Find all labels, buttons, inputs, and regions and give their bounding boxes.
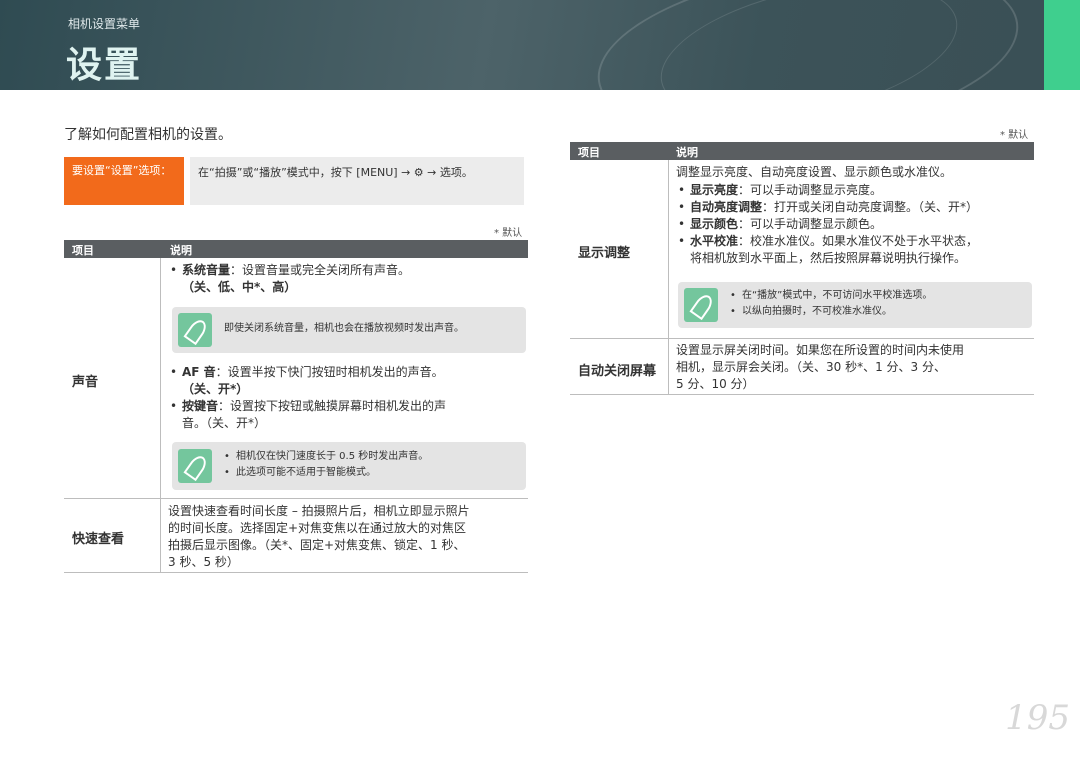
header-desc: 说明 <box>676 146 698 159</box>
note-box: 相机仅在快门速度长于 0.5 秒时发出声音。 此选项可能不适用于智能模式。 <box>172 442 526 490</box>
note-icon <box>178 449 212 483</box>
default-legend: * 默认 <box>1000 130 1029 141</box>
note-text: 即使关闭系统音量，相机也会在播放视频时发出声音。 <box>224 323 464 334</box>
table-header: 项目 说明 <box>570 142 1034 160</box>
chapter-subtitle: 相机设置菜单 <box>68 17 141 31</box>
howto-instruction: 在“拍摄”或“播放”模式中，按下 [MENU] → ⚙ → 选项。 <box>190 157 524 205</box>
row-divider <box>570 338 1034 339</box>
header-item: 项目 <box>72 244 94 257</box>
item-display: 显示调整 <box>578 246 631 261</box>
note-box: 在“播放”模式中，不可访问水平校准选项。 以纵向拍摄时，不可校准水准仪。 <box>678 282 1032 328</box>
row-divider <box>64 498 528 499</box>
display-options: 显示亮度：可以手动调整显示亮度。 自动亮度调整：打开或关闭自动亮度调整。（关、开… <box>676 182 1032 267</box>
quickview-description: 设置快速查看时间长度 – 拍摄照片后，相机立即显示照片 的时间长度。选择固定+对… <box>168 504 470 569</box>
chapter-tab <box>1044 0 1080 90</box>
header-item: 项目 <box>578 146 600 159</box>
display-intro: 调整显示亮度、自动亮度设置、显示颜色或水准仪。 <box>676 165 953 179</box>
page-title: 设置 <box>66 45 143 86</box>
item-sound: 声音 <box>72 375 99 390</box>
column-divider <box>160 258 161 572</box>
howto-label: 要设置“设置”选项： <box>64 157 184 205</box>
column-divider <box>668 160 669 394</box>
default-legend: * 默认 <box>494 228 523 239</box>
page-header: 相机设置菜单 设置 <box>0 0 1080 90</box>
header-desc: 说明 <box>170 244 192 257</box>
row-divider <box>64 572 528 573</box>
sound-options-2: AF 音：设置半按下快门按钮时相机发出的声音。 （关、开*） 按键音：设置按下按… <box>168 364 524 432</box>
page-number: 195 <box>1005 698 1070 738</box>
sound-options: 系统音量：设置音量或完全关闭所有声音。 （关、低、中*、高） <box>168 262 524 296</box>
note-text: 在“播放”模式中，不可访问水平校准选项。 以纵向拍摄时，不可校准水准仪。 <box>730 288 932 320</box>
note-icon <box>684 288 718 322</box>
note-text: 相机仅在快门速度长于 0.5 秒时发出声音。 此选项可能不适用于智能模式。 <box>224 449 428 481</box>
note-icon <box>178 313 212 347</box>
row-divider <box>570 394 1034 395</box>
table-header: 项目 说明 <box>64 240 528 258</box>
item-auto-off: 自动关闭屏幕 <box>578 364 657 379</box>
auto-off-description: 设置显示屏关闭时间。如果您在所设置的时间内未使用 相机，显示屏会关闭。（关、30… <box>676 343 965 391</box>
intro-text: 了解如何配置相机的设置。 <box>64 127 232 143</box>
note-box: 即使关闭系统音量，相机也会在播放视频时发出声音。 <box>172 307 526 353</box>
item-quickview: 快速查看 <box>72 532 125 547</box>
